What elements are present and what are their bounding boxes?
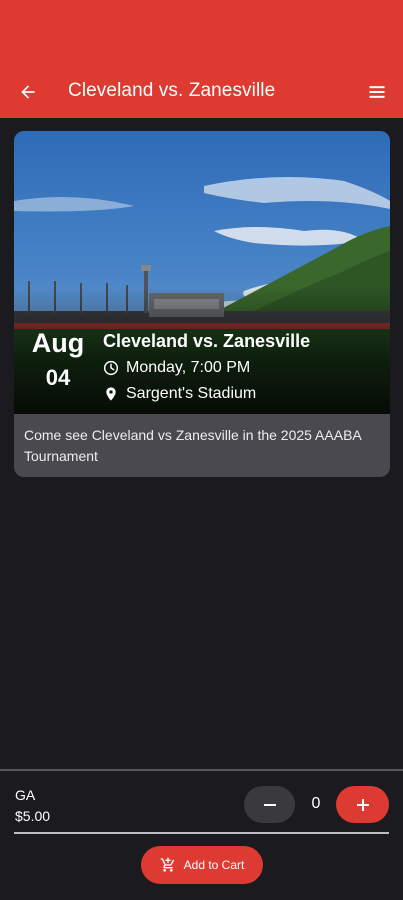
event-venue: Sargent's Stadium xyxy=(126,385,257,402)
back-button[interactable] xyxy=(14,78,42,106)
location-pin-icon xyxy=(103,386,119,402)
increase-quantity-button[interactable] xyxy=(336,786,389,823)
clock-icon xyxy=(103,360,119,376)
event-venue-row: Sargent's Stadium xyxy=(103,384,310,404)
ticket-type-name: GA xyxy=(15,787,36,803)
event-description: Come see Cleveland vs Zanesville in the … xyxy=(24,427,361,464)
add-to-cart-button[interactable]: Add to Cart xyxy=(141,846,263,884)
event-name: Cleveland vs. Zanesville xyxy=(103,331,311,351)
add-to-cart-label: Add to Cart xyxy=(183,858,245,872)
quantity-value: 0 xyxy=(311,795,321,812)
event-date: Aug 04 xyxy=(26,327,90,393)
event-info: Cleveland vs. Zanesville Monday, 7:00 PM… xyxy=(103,330,310,404)
menu-button[interactable] xyxy=(363,78,391,106)
event-time: Monday, 7:00 PM xyxy=(126,359,251,376)
plus-icon xyxy=(356,798,369,811)
arrow-left-icon xyxy=(21,85,35,99)
add-shopping-cart-icon xyxy=(160,857,176,873)
hamburger-menu-icon xyxy=(369,86,385,98)
divider xyxy=(14,832,389,834)
event-time-row: Monday, 7:00 PM xyxy=(103,358,310,378)
app-bar: Cleveland vs. Zanesville xyxy=(0,0,403,118)
ticket-price: $5.00 xyxy=(15,808,51,824)
minus-icon xyxy=(263,803,276,806)
page-title: Cleveland vs. Zanesville xyxy=(68,80,276,101)
event-card[interactable]: Aug 04 Cleveland vs. Zanesville Monday, … xyxy=(14,131,390,477)
event-month: Aug xyxy=(31,328,85,358)
event-day: 04 xyxy=(45,365,71,390)
decrease-quantity-button[interactable] xyxy=(244,786,295,823)
ticket-bar: GA $5.00 0 Add to Cart xyxy=(0,769,403,900)
